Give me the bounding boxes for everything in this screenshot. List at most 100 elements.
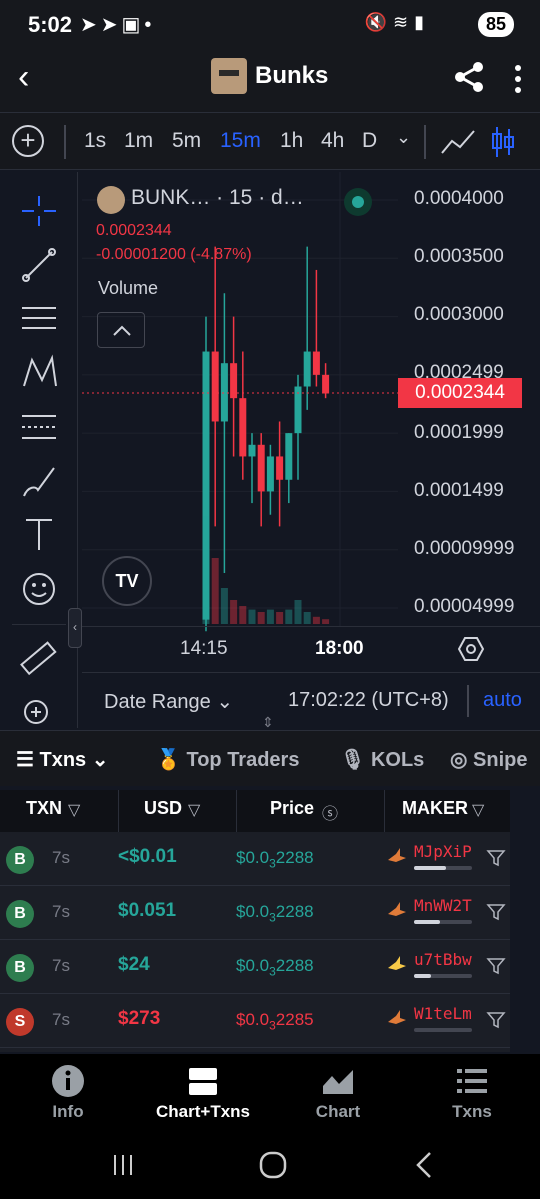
- maker-address[interactable]: MJpXiP: [414, 842, 472, 861]
- txn-price: $0.032288: [236, 956, 314, 978]
- nav-txns[interactable]: Txns: [412, 1064, 532, 1122]
- txn-price: $0.032288: [236, 902, 314, 924]
- menu-icon: ☰: [16, 749, 34, 771]
- toolbar-divider: [424, 125, 426, 159]
- filter-icon[interactable]: [486, 902, 506, 922]
- brush-icon[interactable]: [18, 460, 60, 502]
- date-range-button[interactable]: Date Range ⌄: [104, 689, 233, 714]
- fib-retracement-icon[interactable]: [18, 406, 60, 448]
- chart-settings-icon[interactable]: [458, 636, 484, 662]
- tab-snipers[interactable]: ◎ Snipe: [450, 747, 527, 772]
- txn-type-badge: B: [6, 954, 34, 982]
- x-tick-label: 14:15: [180, 638, 228, 659]
- timeframe-d[interactable]: D: [362, 129, 377, 153]
- resize-handle-icon[interactable]: ⇕: [262, 714, 274, 731]
- maker-holding-fill: [414, 920, 441, 924]
- trend-line-icon[interactable]: [18, 244, 60, 286]
- column-header-price: Price: [270, 798, 315, 818]
- tab-label: Top Traders: [186, 749, 300, 771]
- filter-icon[interactable]: ▽: [68, 800, 80, 820]
- price-prefix: $0.0: [236, 1010, 270, 1029]
- volume-bar: [312, 616, 320, 624]
- timeframe-1s[interactable]: 1s: [84, 129, 106, 153]
- maker-address[interactable]: MnWW2T: [414, 896, 472, 915]
- ruler-icon[interactable]: [18, 638, 60, 680]
- emoji-icon[interactable]: [18, 568, 60, 610]
- maker-address[interactable]: W1teLm: [414, 1004, 472, 1023]
- volume-bar: [294, 600, 302, 624]
- status-time: 5:02: [28, 12, 73, 37]
- token-avatar: [211, 58, 247, 94]
- more-options-icon[interactable]: [508, 62, 528, 96]
- system-back-icon[interactable]: [412, 1150, 436, 1180]
- timeframe-4h[interactable]: 4h: [321, 129, 344, 153]
- battery-indicator: 85: [477, 12, 514, 37]
- share-icon[interactable]: [452, 60, 486, 94]
- bird-icon: [388, 1010, 406, 1024]
- price-digits: 2288: [275, 956, 314, 975]
- volume-bar: [303, 612, 311, 624]
- candle-body: [257, 444, 265, 492]
- nav-info[interactable]: Info: [8, 1064, 128, 1122]
- maker-address[interactable]: u7tBbw: [414, 950, 472, 969]
- line-chart-icon[interactable]: [440, 127, 476, 157]
- recents-icon[interactable]: [110, 1152, 136, 1178]
- price-prefix: $0.0: [236, 902, 270, 921]
- add-indicator-icon[interactable]: +: [12, 125, 44, 157]
- filter-icon[interactable]: [486, 1010, 506, 1030]
- auto-scale-button[interactable]: auto: [483, 689, 522, 712]
- back-icon[interactable]: ‹: [18, 60, 29, 94]
- tradingview-logo[interactable]: TV: [102, 556, 152, 606]
- table-row[interactable]: B 7s $0.051 $0.032288 MnWW2T: [0, 886, 510, 940]
- maker-holding-bar: [414, 866, 472, 870]
- timeframe-15m[interactable]: 15m: [220, 129, 261, 153]
- legend-change: -0.00001200 (-4.87%): [96, 246, 252, 263]
- timeframe-5m[interactable]: 5m: [172, 129, 201, 153]
- signal-icons: 🔇≋▮: [364, 12, 430, 32]
- txn-usd: $0.051: [118, 900, 177, 921]
- nav-chart-txns[interactable]: Chart+Txns: [143, 1064, 263, 1122]
- table-row[interactable]: B 7s $24 $0.032288 u7tBbw: [0, 940, 510, 994]
- price-prefix: $0.0: [236, 956, 270, 975]
- column-header-usd: USD: [144, 798, 183, 818]
- bird-icon: [388, 848, 406, 862]
- chevron-down-icon[interactable]: ⌄: [396, 127, 411, 148]
- table-row[interactable]: S 7s $273 $0.032285 W1teLm: [0, 994, 510, 1048]
- divider: [467, 685, 469, 717]
- text-tool-icon[interactable]: [18, 514, 60, 556]
- filter-icon[interactable]: [486, 956, 506, 976]
- txn-usd: $24: [118, 954, 150, 975]
- collapse-toolbar-button[interactable]: ‹: [68, 608, 82, 648]
- pattern-icon[interactable]: [18, 352, 60, 394]
- home-icon[interactable]: [258, 1150, 288, 1180]
- candle-body: [312, 351, 320, 375]
- volume-label: Volume: [98, 278, 159, 298]
- table-header: TXN ▽ USD ▽ Price ⓢ MAKER ▽: [0, 790, 510, 832]
- legend-collapse-button[interactable]: [97, 312, 145, 348]
- candle-body: [276, 456, 284, 480]
- currency-toggle-icon[interactable]: ⓢ: [322, 800, 338, 824]
- filter-icon[interactable]: ▽: [472, 800, 484, 820]
- chevron-down-icon: ⌄: [91, 749, 109, 771]
- tab-txns[interactable]: ☰ Txns ⌄: [16, 747, 109, 772]
- filter-icon[interactable]: ▽: [188, 800, 200, 820]
- nav-chart[interactable]: Chart: [278, 1064, 398, 1122]
- crosshair-icon[interactable]: [18, 190, 60, 232]
- drawing-toolbar: [0, 172, 78, 728]
- zoom-in-icon[interactable]: [18, 696, 60, 726]
- y-tick-label: 0.0001499: [414, 480, 504, 501]
- filter-icon[interactable]: [486, 848, 506, 868]
- horizontal-lines-icon[interactable]: [18, 298, 60, 340]
- price-digits: 2285: [275, 1010, 314, 1029]
- timeframe-1m[interactable]: 1m: [124, 129, 153, 153]
- tab-top-traders[interactable]: 🏅 Top Traders: [156, 747, 299, 772]
- txn-type-badge: B: [6, 900, 34, 928]
- volume-bar: [248, 609, 256, 624]
- tab-kols[interactable]: 🎙 KOLs: [340, 747, 424, 772]
- sparkle-icon: [388, 956, 406, 970]
- table-row[interactable]: B 7s <$0.01 $0.032288 MJpXiP: [0, 832, 510, 886]
- system-navigation: [0, 1138, 540, 1199]
- bottom-panel-tabs: ☰ Txns ⌄ 🏅 Top Traders 🎙 KOLs ◎ Snipe: [0, 730, 540, 786]
- candlestick-icon[interactable]: [490, 125, 516, 159]
- timeframe-1h[interactable]: 1h: [280, 129, 303, 153]
